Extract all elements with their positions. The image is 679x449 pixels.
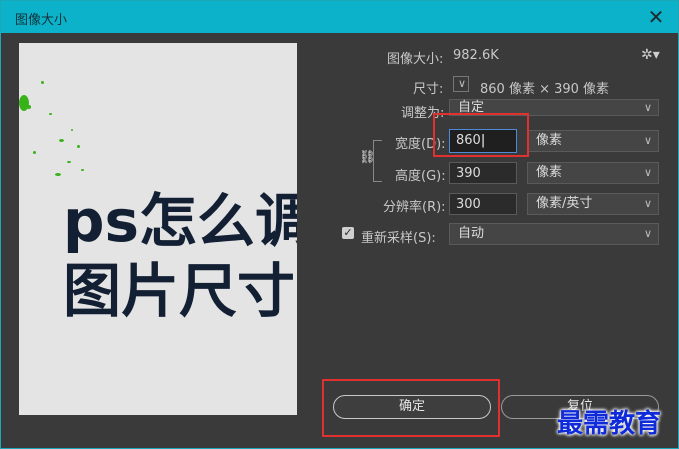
preview-text-line-2: 图片尺寸 bbox=[63, 257, 296, 325]
link-icon[interactable]: ⛓ bbox=[359, 150, 376, 166]
image-size-value: 982.6K bbox=[453, 48, 499, 63]
chevron-down-icon: ∨ bbox=[643, 101, 652, 114]
resolution-unit-value: 像素/英寸 bbox=[536, 196, 593, 211]
height-value: 390 bbox=[456, 166, 481, 181]
green-dot bbox=[71, 129, 73, 131]
watermark-logo: 最需教育 bbox=[557, 409, 662, 439]
green-dot bbox=[67, 161, 71, 163]
green-dot bbox=[77, 145, 80, 148]
dimensions-label: 尺寸: bbox=[413, 82, 444, 97]
height-input[interactable]: 390 bbox=[449, 162, 517, 184]
resolution-unit-select[interactable]: 像素/英寸 ∨ bbox=[527, 193, 659, 215]
highlight-width-box bbox=[433, 113, 529, 157]
green-dot bbox=[81, 169, 84, 171]
dialog-title: 图像大小 bbox=[15, 13, 68, 28]
resample-select[interactable]: 自动 ∨ bbox=[449, 223, 659, 245]
resample-value: 自动 bbox=[458, 226, 485, 241]
green-dot bbox=[59, 139, 64, 142]
highlight-ok-box bbox=[322, 379, 500, 437]
green-dot bbox=[27, 105, 31, 109]
chevron-down-icon: ∨ bbox=[643, 197, 652, 210]
green-dot bbox=[33, 151, 36, 154]
resolution-input[interactable]: 300 bbox=[449, 193, 517, 215]
resolution-label: 分辨率(R): bbox=[383, 200, 446, 215]
chevron-down-icon: ∨ bbox=[643, 134, 652, 147]
green-dot bbox=[41, 81, 44, 84]
height-unit-select[interactable]: 像素 ∨ bbox=[527, 162, 659, 184]
resample-label: 重新采样(S): bbox=[361, 231, 436, 246]
dimensions-value: 860 像素 × 390 像素 bbox=[480, 82, 610, 97]
green-dot bbox=[55, 173, 61, 176]
width-unit-select[interactable]: 像素 ∨ bbox=[527, 130, 659, 152]
image-preview[interactable]: ps怎么调 图片尺寸 bbox=[19, 43, 297, 415]
height-unit-value: 像素 bbox=[536, 165, 563, 180]
resample-checkbox[interactable]: ✓ bbox=[342, 227, 354, 239]
chevron-down-icon: ∨ bbox=[643, 227, 652, 240]
height-label: 高度(G): bbox=[395, 169, 446, 184]
gear-icon[interactable]: ✲▾ bbox=[641, 47, 660, 63]
image-size-label: 图像大小: bbox=[387, 52, 444, 67]
chevron-down-icon: ∨ bbox=[643, 166, 652, 179]
green-dot bbox=[49, 113, 52, 115]
width-unit-value: 像素 bbox=[536, 133, 563, 148]
image-size-dialog: 图像大小 ✕ ps怎么调 图片尺寸 图像大小: 982.6K ✲▾ 尺寸: ∨ … bbox=[0, 0, 679, 449]
dimensions-units-toggle[interactable]: ∨ bbox=[453, 76, 469, 92]
resolution-value: 300 bbox=[456, 197, 481, 212]
title-bar: 图像大小 ✕ bbox=[1, 1, 678, 33]
preview-text-line-1: ps怎么调 bbox=[63, 187, 297, 255]
close-icon[interactable]: ✕ bbox=[642, 3, 670, 31]
